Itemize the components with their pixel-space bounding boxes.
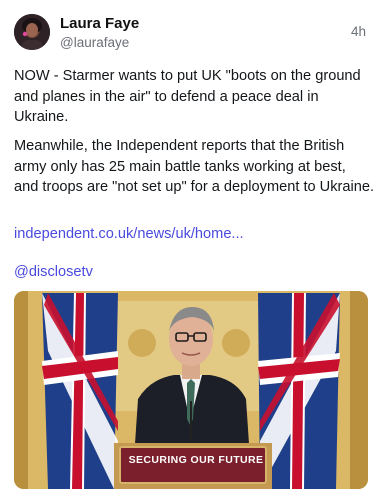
avatar[interactable] bbox=[14, 14, 50, 50]
author-handle[interactable]: @laurafaye bbox=[60, 35, 129, 50]
author-name[interactable]: Laura Faye bbox=[60, 15, 139, 32]
post-time[interactable]: 4h bbox=[351, 24, 366, 39]
article-link[interactable]: independent.co.uk/news/uk/home... bbox=[14, 224, 374, 245]
union-flag-left bbox=[42, 293, 118, 489]
post-paragraph-1: NOW - Starmer wants to put UK "boots on … bbox=[14, 68, 361, 125]
post-media-image[interactable]: SECURING OUR FUTURE bbox=[14, 291, 368, 489]
post-card: Laura Faye @laurafaye 4h NOW - Starmer w… bbox=[0, 0, 382, 500]
post-paragraph-2: Meanwhile, the Independent reports that … bbox=[14, 138, 375, 195]
avatar-image bbox=[14, 14, 50, 50]
post-header: Laura Faye @laurafaye 4h bbox=[14, 14, 368, 54]
podium-sign-text: SECURING OUR FUTURE bbox=[128, 454, 264, 466]
mention-link[interactable]: @disclosetv bbox=[14, 262, 374, 283]
podium bbox=[114, 443, 272, 489]
